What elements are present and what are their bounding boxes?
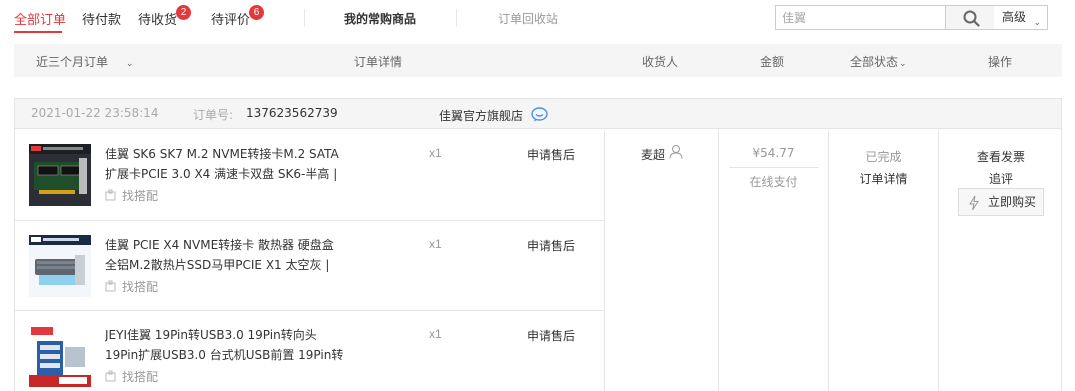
lightning-icon (969, 195, 979, 211)
view-invoice-link[interactable]: 查看发票 (939, 148, 1063, 165)
pending-review-count-badge: 6 (249, 5, 264, 20)
find-match-link[interactable]: 找搭配 (105, 368, 158, 385)
search-button[interactable] (945, 5, 995, 30)
find-match-label: 找搭配 (122, 189, 159, 203)
advanced-search-button[interactable]: 高级 ⌄ (994, 5, 1048, 30)
shop-name-link[interactable]: 佳翼官方旗舰店 (439, 107, 523, 124)
order-card: 2021-01-22 23:58:14 订单号: 137623562739 佳翼… (14, 98, 1062, 391)
header-receiver: 收货人 (642, 55, 679, 69)
chevron-down-icon: ⌄ (1033, 18, 1041, 28)
payment-method: 在线支付 (749, 175, 798, 189)
product-title-link[interactable]: JEYI佳翼 19Pin转USB3.0 19Pin转向头19Pin扩展USB3.… (105, 325, 345, 365)
tab-pending-payment[interactable]: 待付款 (82, 9, 121, 28)
status-column: 已完成 订单详情 (829, 130, 939, 391)
item-quantity: x1 (429, 237, 442, 251)
product-title-link[interactable]: 佳翼 SK6 SK7 M.2 NVME转接卡M.2 SATA扩展卡PCIE 3.… (105, 144, 345, 184)
operations-column: 查看发票 追评 立即购买 (939, 130, 1063, 391)
product-title-link[interactable]: 佳翼 PCIE X4 NVME转接卡 散热器 硬盘盒全铝M.2散热片SSD马甲P… (105, 235, 345, 275)
tab-pending-receipt-label: 待收货 (138, 13, 178, 28)
buy-again-label: 立即购买 (988, 195, 1037, 209)
time-range-filter[interactable]: 近三个月订单 ⌄ (36, 53, 133, 70)
apply-after-sale-link[interactable]: 申请售后 (527, 237, 575, 254)
status-filter-label: 全部状态 (850, 55, 899, 69)
product-image[interactable] (29, 235, 91, 297)
receiver-column: 麦超 (605, 130, 719, 391)
search-input[interactable] (776, 6, 945, 29)
order-amount: ¥54.77 (752, 146, 795, 160)
find-match-link[interactable]: 找搭配 (105, 187, 158, 204)
order-status: 已完成 (865, 150, 902, 164)
order-item: 佳翼 SK6 SK7 M.2 NVME转接卡M.2 SATA扩展卡PCIE 3.… (15, 130, 604, 220)
tab-pending-receipt[interactable]: 待收货 2 (138, 5, 191, 28)
order-number-label: 订单号: (193, 108, 234, 122)
chevron-down-icon: ⌄ (899, 59, 907, 69)
amount-divider (729, 167, 819, 168)
order-items: 佳翼 SK6 SK7 M.2 NVME转接卡M.2 SATA扩展卡PCIE 3.… (15, 130, 605, 391)
puzzle-icon (105, 189, 116, 201)
order-item: JEYI佳翼 19Pin转USB3.0 19Pin转向头19Pin扩展USB3.… (15, 310, 604, 391)
user-icon[interactable] (669, 144, 683, 159)
active-tab-underline (14, 31, 62, 33)
order-item: 佳翼 PCIE X4 NVME转接卡 散热器 硬盘盒全铝M.2散热片SSD马甲P… (15, 220, 604, 310)
buy-again-button[interactable]: 立即购买 (958, 188, 1044, 216)
tab-all-orders[interactable]: 全部订单 (14, 9, 66, 28)
header-operations: 操作 (988, 55, 1013, 69)
status-filter[interactable]: 全部状态⌄ (850, 53, 907, 70)
receiver-name: 麦超 (641, 148, 666, 162)
search-icon (963, 10, 980, 27)
find-match-label: 找搭配 (122, 370, 159, 384)
search-box (775, 5, 945, 30)
find-match-label: 找搭配 (122, 280, 159, 294)
order-table-header: 近三个月订单 ⌄ 订单详情 收货人 金额 全部状态⌄ 操作 (14, 44, 1062, 77)
header-order-details: 订单详情 (354, 55, 403, 69)
time-range-label: 近三个月订单 (36, 55, 109, 69)
tab-divider (456, 9, 457, 27)
puzzle-icon (105, 280, 116, 292)
product-image[interactable] (29, 144, 91, 206)
follow-up-review-link[interactable]: 追评 (939, 170, 1063, 187)
product-image[interactable] (29, 325, 91, 387)
order-detail-link[interactable]: 订单详情 (829, 170, 938, 187)
item-quantity: x1 (429, 146, 442, 160)
order-header: 2021-01-22 23:58:14 订单号: 137623562739 佳翼… (15, 99, 1061, 129)
apply-after-sale-link[interactable]: 申请售后 (527, 327, 575, 344)
header-amount: 金额 (760, 55, 785, 69)
pending-receipt-count-badge: 2 (176, 5, 191, 20)
tab-pending-review[interactable]: 待评价 6 (211, 5, 264, 28)
find-match-link[interactable]: 找搭配 (105, 278, 158, 295)
tab-divider (304, 9, 305, 27)
frequent-purchases-link[interactable]: 我的常购商品 (344, 10, 416, 27)
chat-icon[interactable] (531, 107, 548, 122)
amount-column: ¥54.77 在线支付 (719, 130, 829, 391)
order-number: 137623562739 (246, 106, 338, 120)
tab-pending-review-label: 待评价 (211, 13, 251, 28)
order-recycle-bin-link[interactable]: 订单回收站 (498, 10, 558, 27)
chevron-down-icon: ⌄ (125, 59, 134, 69)
apply-after-sale-link[interactable]: 申请售后 (527, 146, 575, 163)
puzzle-icon (105, 370, 116, 382)
item-quantity: x1 (429, 327, 442, 341)
advanced-search-label: 高级 (1002, 10, 1027, 24)
order-time: 2021-01-22 23:58:14 (31, 106, 159, 120)
